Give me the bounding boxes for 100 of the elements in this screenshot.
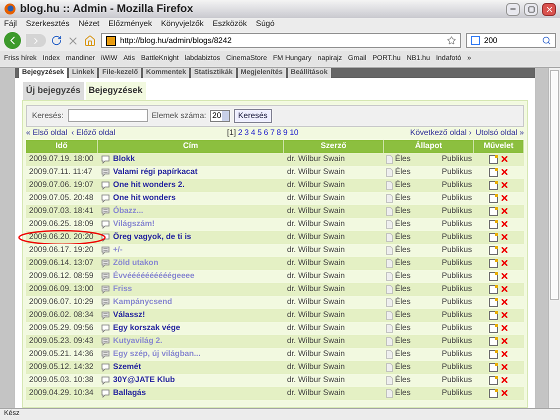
minimize-button[interactable] <box>506 2 520 16</box>
edit-icon[interactable] <box>489 272 498 280</box>
stop-button[interactable] <box>67 34 79 46</box>
delete-icon[interactable] <box>500 310 509 320</box>
date-cell: 2009.05.03. 10:38 <box>29 374 94 386</box>
edit-icon[interactable] <box>489 324 498 332</box>
edit-icon[interactable] <box>489 154 498 164</box>
date-cell: 2009.06.20. 20:20 <box>29 231 94 243</box>
author-cell: dr. Wilbur Swain <box>287 179 345 191</box>
delete-icon[interactable] <box>500 258 509 268</box>
page-link[interactable]: 5 <box>257 127 262 139</box>
search-input[interactable] <box>68 109 148 122</box>
author-cell: dr. Wilbur Swain <box>287 257 345 269</box>
vertical-scrollbar[interactable] <box>548 68 560 408</box>
edit-icon[interactable] <box>489 362 498 372</box>
post-title-link[interactable]: One hit wonders <box>113 192 176 204</box>
menu-item[interactable]: Előzmények <box>108 18 152 30</box>
search-field[interactable]: 200 <box>466 33 556 48</box>
delete-icon[interactable] <box>500 298 509 306</box>
author-cell: dr. Wilbur Swain <box>287 270 345 282</box>
menu-item[interactable]: Nézet <box>78 18 100 30</box>
edit-icon[interactable] <box>489 232 498 242</box>
last-page-link[interactable]: Utolsó oldal » <box>476 127 524 139</box>
edit-icon[interactable] <box>489 220 498 228</box>
page-link[interactable]: 6 <box>264 127 268 139</box>
edit-icon[interactable] <box>489 246 498 254</box>
page-link[interactable]: 9 <box>283 127 288 139</box>
delete-icon[interactable] <box>500 232 509 242</box>
address-field[interactable]: http://blog.hu/admin/blogs/8242 <box>101 33 461 48</box>
post-title-link[interactable]: Válassz! <box>113 309 146 321</box>
prev-page-link[interactable]: ‹ Előző oldal <box>71 127 116 139</box>
sub-tab[interactable]: Új bejegyzés <box>23 82 84 100</box>
delete-icon[interactable] <box>500 168 509 176</box>
delete-icon[interactable] <box>500 220 509 228</box>
delete-icon[interactable] <box>500 272 509 280</box>
list-bubble-icon <box>101 298 110 306</box>
delete-icon[interactable] <box>500 194 509 202</box>
menu-item[interactable]: Súgó <box>256 18 275 30</box>
post-title-link[interactable]: Ballagás <box>113 387 146 399</box>
delete-icon[interactable] <box>500 206 509 216</box>
visibility-cell: Publikus <box>442 166 472 178</box>
date-cell: 2009.05.29. 09:56 <box>29 322 94 334</box>
next-page-link[interactable]: Következő oldal › <box>410 127 472 139</box>
delete-icon[interactable] <box>500 388 509 398</box>
close-button[interactable] <box>542 2 556 16</box>
edit-icon[interactable] <box>489 298 498 306</box>
visibility-cell: Publikus <box>442 361 472 373</box>
edit-icon[interactable] <box>489 168 498 176</box>
edit-icon[interactable] <box>489 194 498 202</box>
maximize-button[interactable] <box>524 2 538 16</box>
menu-item[interactable]: Eszközök <box>212 18 247 30</box>
delete-icon[interactable] <box>500 180 509 190</box>
page-link[interactable]: 2 <box>238 127 242 139</box>
edit-icon[interactable] <box>489 350 498 358</box>
menu-item[interactable]: Fájl <box>4 18 17 30</box>
post-title-link[interactable]: Valami régi papírkacat <box>113 166 198 178</box>
edit-icon[interactable] <box>489 388 498 398</box>
page-link[interactable]: 4 <box>250 127 256 139</box>
x-mark-icon <box>500 193 509 203</box>
edit-icon[interactable] <box>489 310 498 320</box>
post-title-link[interactable]: 30Y@JATE Klub <box>113 374 175 386</box>
page-link[interactable]: 10 <box>290 127 298 139</box>
edit-icon[interactable] <box>489 206 498 216</box>
author-cell: dr. Wilbur Swain <box>287 153 345 165</box>
reload-button[interactable] <box>51 35 62 46</box>
delete-icon[interactable] <box>500 362 509 372</box>
edit-icon[interactable] <box>489 336 498 346</box>
menu-item[interactable]: Könyvjelzők <box>160 18 204 30</box>
sub-tab[interactable]: Bejegyzések <box>86 82 146 100</box>
author-cell: dr. Wilbur Swain <box>287 231 345 243</box>
delete-icon[interactable] <box>500 324 509 332</box>
delete-icon[interactable] <box>500 350 509 358</box>
status-cell-text: Éles <box>395 218 412 230</box>
back-button[interactable] <box>4 32 21 49</box>
delete-icon[interactable] <box>500 376 509 384</box>
delete-icon[interactable] <box>500 246 509 254</box>
reload-icon <box>51 35 62 46</box>
menu-item[interactable]: Szerkesztés <box>26 18 70 30</box>
post-title-link[interactable]: Szemét <box>113 361 142 373</box>
post-title-link[interactable]: Egy korszak vége <box>113 322 180 334</box>
delete-icon[interactable] <box>500 284 509 294</box>
delete-icon[interactable] <box>500 336 509 346</box>
post-title-link[interactable]: Blokk <box>113 153 135 165</box>
date-cell: 2009.07.03. 18:41 <box>29 205 94 217</box>
date-cell: 2009.07.11. 11:47 <box>29 166 92 178</box>
first-page-link[interactable]: « Első oldal <box>26 127 68 139</box>
page-link[interactable]: 8 <box>276 127 282 139</box>
count-select[interactable]: 20 <box>210 110 230 122</box>
edit-icon[interactable] <box>489 376 498 384</box>
date-cell: 2009.06.17. 19:20 <box>29 244 94 256</box>
visibility-cell: Publikus <box>442 231 472 243</box>
edit-icon[interactable] <box>489 284 498 294</box>
date-cell: 2009.06.25. 18:09 <box>29 218 94 230</box>
page-link[interactable]: [1] <box>227 127 236 139</box>
delete-icon[interactable] <box>500 154 509 164</box>
page-link[interactable]: 7 <box>270 127 275 139</box>
search-button[interactable]: Keresés <box>234 108 272 122</box>
page-link[interactable]: 3 <box>244 127 249 139</box>
edit-icon[interactable] <box>489 258 498 268</box>
edit-icon[interactable] <box>489 180 498 190</box>
